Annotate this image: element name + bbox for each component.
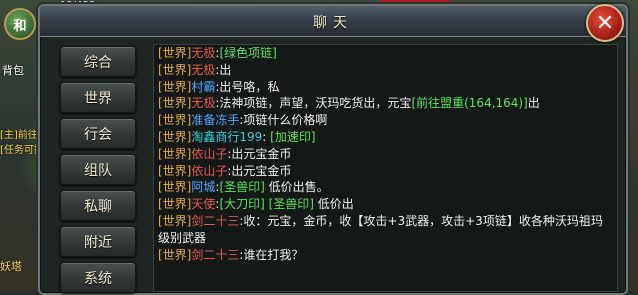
message-sender[interactable]: 剑二十三: [191, 214, 239, 228]
hud-badge-icon[interactable]: 和: [4, 8, 36, 40]
chat-message: [世界]依山子:出元宝金币: [154, 146, 617, 163]
message-text: :谁在打我？: [239, 247, 304, 262]
chat-message: [世界]天使:[大刀印] [圣兽印] 低价出: [154, 196, 617, 213]
tab-system[interactable]: 系统: [60, 262, 136, 293]
tab-general[interactable]: 综合: [60, 46, 136, 77]
chat-message: [世界]阿城:[圣兽印] 低价出售。: [154, 179, 617, 196]
tab-guild[interactable]: 行会: [60, 118, 136, 149]
message-sender[interactable]: 淘鑫商行199: [191, 130, 262, 144]
tab-private[interactable]: 私聊: [60, 190, 136, 221]
message-tail: 低价出售。: [264, 180, 329, 195]
message-tail: 低价出: [313, 197, 354, 212]
chat-message: [世界]无极:法神项链，声望，沃玛吃货出，元宝[前往盟重(164,164)]出: [154, 95, 617, 112]
message-text: :: [262, 129, 271, 144]
message-channel: [世界]: [158, 96, 192, 111]
message-channel: [世界]: [158, 129, 192, 144]
message-channel: [世界]: [158, 62, 192, 77]
message-sender[interactable]: 无极: [191, 46, 215, 60]
chat-message: [世界]准备冻手:项链什么价格啊: [154, 112, 617, 129]
message-tail: 出: [527, 96, 540, 111]
chat-message: [世界]无极:出: [154, 62, 617, 79]
message-channel: [世界]: [158, 180, 192, 195]
message-sender[interactable]: 无极: [191, 63, 215, 77]
message-text: :出号咯，私: [215, 79, 280, 94]
message-sender[interactable]: 阿城: [191, 180, 215, 194]
chat-message: [世界]剑二十三:谁在打我？: [154, 247, 617, 264]
message-text: :出元宝金币: [227, 163, 292, 178]
message-channel: [世界]: [158, 163, 192, 178]
chat-message: [世界]剑二十三:收：元宝，金币，收【攻击+3武器，攻击+3项链】收各种沃玛祖玛…: [154, 213, 617, 247]
chat-titlebar: 聊天: [40, 6, 626, 37]
message-item-link[interactable]: [加速印]: [270, 130, 315, 144]
message-channel: [世界]: [158, 146, 192, 161]
hud-bottom-text: 妖塔: [0, 260, 22, 273]
message-sender[interactable]: 村霸: [191, 80, 215, 94]
message-item-link[interactable]: [绿色项链]: [219, 46, 276, 60]
chat-title: 聊天: [313, 15, 353, 31]
chat-message: [世界]村霸:出号咯，私: [154, 79, 617, 96]
chat-message: [世界]无极:[绿色项链]: [154, 45, 617, 62]
message-channel: [世界]: [158, 213, 192, 228]
chat-message-list[interactable]: [世界]无极:[绿色项链] [世界]无极:出 [世界]村霸:出号咯，私 [世界]无极:…: [153, 44, 618, 292]
message-channel: [世界]: [158, 247, 192, 262]
tab-world[interactable]: 世界: [60, 82, 136, 113]
tab-nearby[interactable]: 附近: [60, 226, 136, 257]
tab-team[interactable]: 组队: [60, 154, 136, 185]
message-text: :出: [215, 62, 232, 77]
chat-window: 聊天 ✕ 综合 世界 行会 组队 私聊 附近 系统 [世界]无极:[绿色项链][…: [38, 4, 628, 295]
message-sender[interactable]: 依山子: [191, 147, 227, 161]
message-sender[interactable]: 准备冻手: [191, 113, 239, 127]
message-channel: [世界]: [158, 79, 192, 94]
message-item-link[interactable]: [大刀印] [圣兽印]: [219, 197, 314, 211]
message-channel: [世界]: [158, 197, 192, 212]
message-text: :法神项链，声望，沃玛吃货出，元宝: [215, 96, 412, 111]
message-text: :出元宝金币: [227, 146, 292, 161]
message-channel: [世界]: [158, 113, 192, 128]
chat-message: [世界]依山子:出元宝金币: [154, 163, 617, 180]
message-item-link[interactable]: [圣兽印]: [219, 180, 264, 194]
chat-message: [世界]淘鑫商行199: [加速印]: [154, 129, 617, 146]
message-sender[interactable]: 依山子: [191, 164, 227, 178]
message-sender[interactable]: 天使: [191, 197, 215, 211]
message-text: :项链什么价格啊: [239, 113, 328, 128]
message-channel: [世界]: [158, 46, 192, 60]
bag-label[interactable]: 背包: [2, 62, 24, 78]
close-button[interactable]: ✕: [586, 4, 624, 42]
message-sender[interactable]: 无极: [191, 96, 215, 110]
message-item-link[interactable]: [前往盟重(164,164)]: [411, 96, 527, 110]
message-sender[interactable]: 剑二十三: [191, 248, 239, 262]
